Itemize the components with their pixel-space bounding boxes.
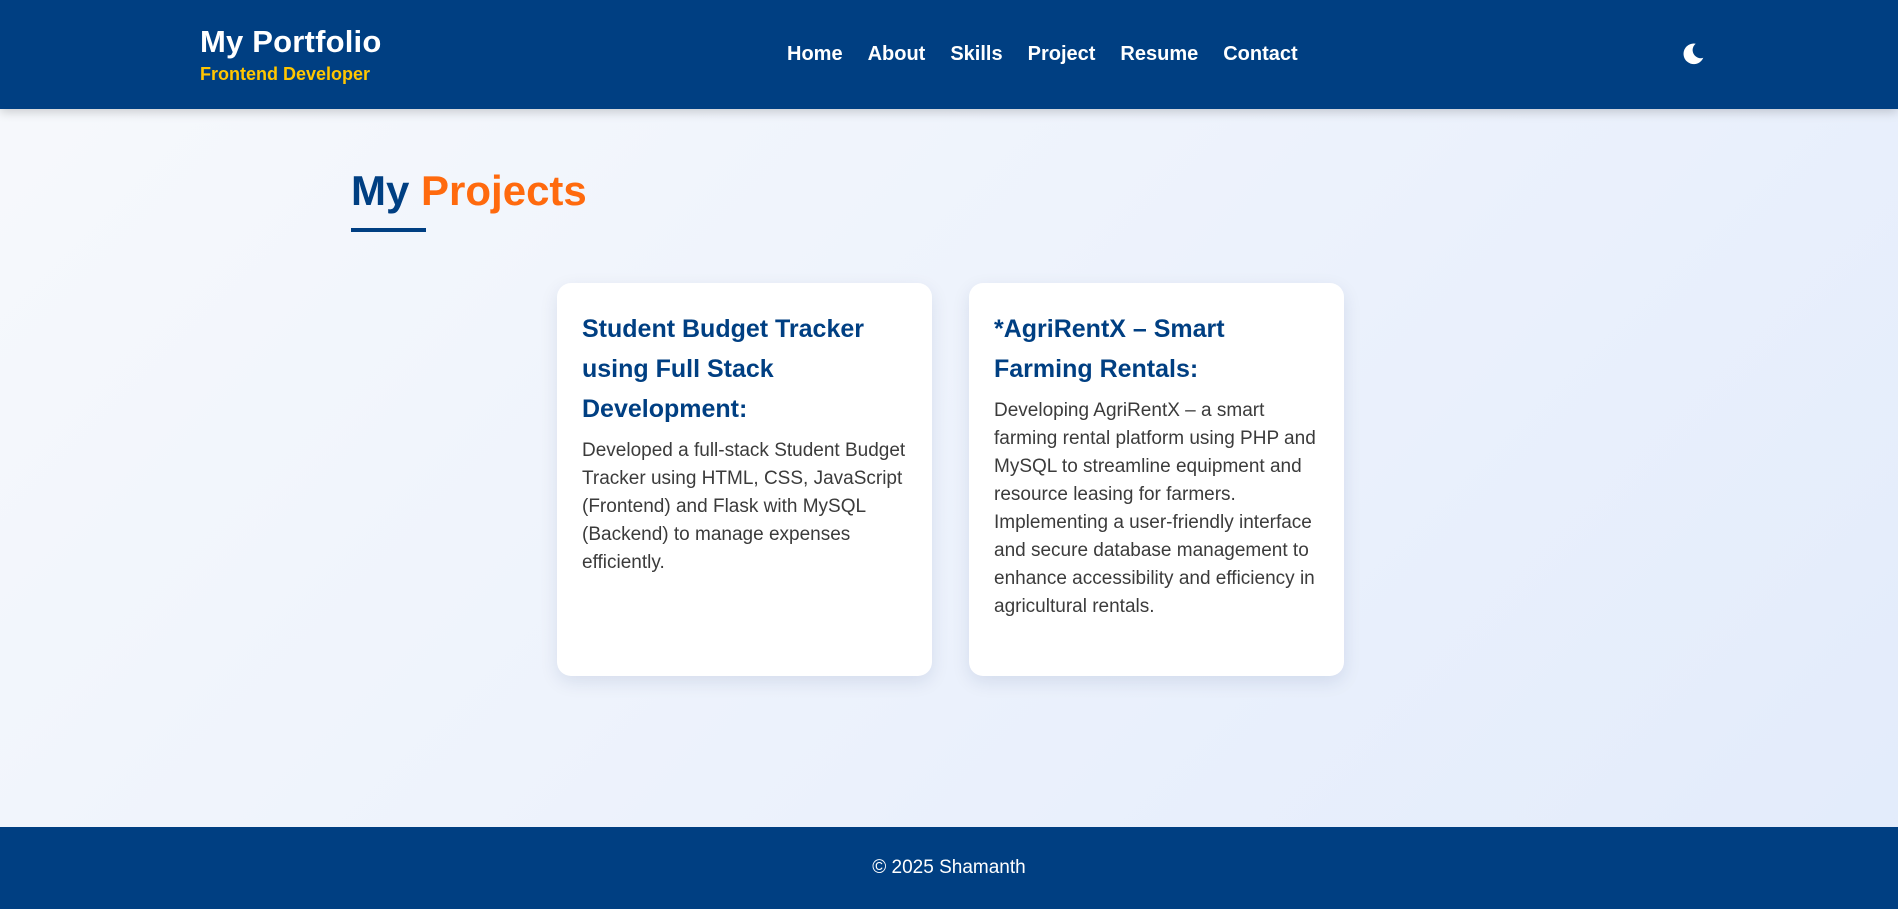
title-underline: [351, 228, 426, 232]
footer-copyright: © 2025 Shamanth: [872, 857, 1026, 878]
moon-icon: [1683, 43, 1704, 65]
theme-toggle-button[interactable]: [1680, 40, 1706, 68]
section-title: My Projects: [351, 165, 587, 217]
section-title-accent: Projects: [421, 167, 587, 214]
site-footer: © 2025 Shamanth: [0, 827, 1898, 909]
project-title: *AgriRentX – Smart Farming Rentals:: [994, 315, 1225, 383]
project-description: Developed a full-stack Student Budget Tr…: [582, 440, 906, 573]
brand-subtitle: Frontend Developer: [200, 64, 371, 84]
nav-project[interactable]: Project: [1028, 40, 1096, 68]
site-header: My Portfolio Frontend Developer Home Abo…: [0, 0, 1898, 109]
brand-title[interactable]: My Portfolio: [200, 22, 382, 62]
projects-section: My Projects Student Budget Tracker using…: [0, 109, 1898, 827]
project-description: Developing AgriRentX – a smart farming r…: [994, 400, 1316, 617]
project-card: *AgriRentX – Smart Farming Rentals: Deve…: [969, 283, 1344, 676]
nav-about[interactable]: About: [868, 40, 926, 68]
project-title: Student Budget Tracker using Full Stack …: [582, 315, 864, 423]
nav-skills[interactable]: Skills: [950, 40, 1002, 68]
nav-resume[interactable]: Resume: [1120, 40, 1198, 68]
main-nav: Home About Skills Project Resume Contact: [787, 40, 1298, 68]
project-card: Student Budget Tracker using Full Stack …: [557, 283, 932, 676]
nav-contact[interactable]: Contact: [1223, 40, 1297, 68]
section-title-prefix: My: [351, 167, 410, 214]
nav-home[interactable]: Home: [787, 40, 843, 68]
brand: My Portfolio Frontend Developer: [200, 22, 382, 86]
